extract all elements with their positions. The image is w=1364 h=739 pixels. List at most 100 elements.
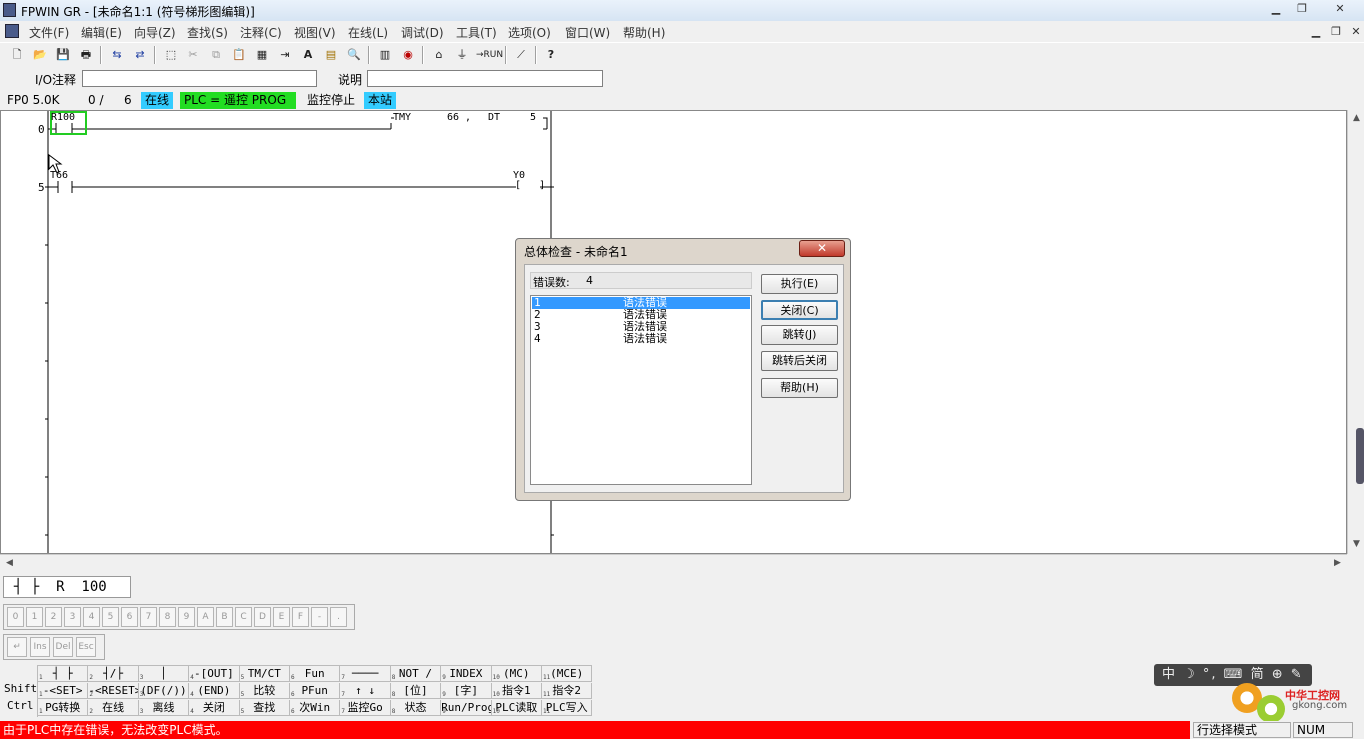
scroll-right-icon[interactable]: ▶ <box>1330 556 1345 571</box>
dialog-close-button[interactable]: ✕ <box>799 240 845 257</box>
run-icon[interactable]: →RUN <box>476 46 503 64</box>
fkey-r1-c8[interactable]: [字] <box>441 683 492 699</box>
key-a[interactable]: A <box>197 607 214 627</box>
esc-key[interactable]: Esc <box>76 637 96 657</box>
scroll-thumb[interactable] <box>1356 428 1364 484</box>
description-field[interactable] <box>367 70 603 87</box>
mdi-close-button[interactable]: ✕ <box>1348 24 1364 40</box>
error-list[interactable]: 1 语法错误 2 语法错误 3 语法错误 4 语法错误 <box>530 295 752 485</box>
undo-icon[interactable]: ⇆ <box>108 46 126 64</box>
del-key[interactable]: Del <box>53 637 73 657</box>
menu-wizard[interactable]: 向导(Z) <box>134 24 176 41</box>
key-d[interactable]: D <box>254 607 271 627</box>
fkey-r1-c3[interactable]: (END) <box>189 683 240 699</box>
copy-icon[interactable]: ⧉ <box>207 46 225 64</box>
key-minus[interactable]: - <box>311 607 328 627</box>
fkey-r0-c0[interactable]: ┤ ├ <box>38 666 89 682</box>
menu-tools[interactable]: 工具(T) <box>456 24 497 41</box>
fkey-r2-c4[interactable]: 查找 <box>239 700 290 716</box>
key-f[interactable]: F <box>292 607 309 627</box>
plc-icon[interactable]: ⌂ <box>430 46 448 64</box>
menu-debug[interactable]: 调试(D) <box>401 24 444 41</box>
fkey-r1-c5[interactable]: PFun <box>290 683 341 699</box>
fkey-r2-c7[interactable]: 状态 <box>390 700 442 716</box>
redo-icon[interactable]: ⇄ <box>131 46 149 64</box>
menu-edit[interactable]: 编辑(E) <box>81 24 122 41</box>
key-4[interactable]: 4 <box>83 607 100 627</box>
key-7[interactable]: 7 <box>140 607 157 627</box>
doc-icon[interactable] <box>5 24 19 38</box>
paste-icon[interactable]: 📋 <box>230 46 248 64</box>
fkey-r0-c4[interactable]: TM/CT <box>239 666 290 682</box>
fkey-r1-c7[interactable]: [位] <box>390 683 442 699</box>
fkey-r2-c5[interactable]: 次Win <box>290 700 341 716</box>
monitor-icon[interactable]: ◉ <box>399 46 417 64</box>
instr-tmy[interactable]: TMY <box>393 112 411 123</box>
ladder-view-icon[interactable]: ▥ <box>376 46 394 64</box>
fkey-r1-c0[interactable]: -<SET> <box>38 683 89 699</box>
find-icon[interactable]: 🔍 <box>345 46 363 64</box>
mdi-minimize-button[interactable]: ▁ <box>1308 24 1324 40</box>
key-5[interactable]: 5 <box>102 607 119 627</box>
horizontal-scrollbar[interactable]: ◀ ▶ <box>0 554 1347 571</box>
fkey-r2-c0[interactable]: PG转换 <box>38 700 89 716</box>
fkey-r2-c6[interactable]: 监控Go <box>340 700 391 716</box>
menu-online[interactable]: 在线(L) <box>348 24 388 41</box>
fkey-r2-c8[interactable]: Run/Prog <box>441 700 492 716</box>
fkey-r1-c2[interactable]: (DF(/)) <box>138 683 190 699</box>
open-folder-icon[interactable]: 📂 <box>31 46 49 64</box>
app-icon[interactable] <box>3 3 16 17</box>
menu-help[interactable]: 帮助(H) <box>623 24 665 41</box>
menu-options[interactable]: 选项(O) <box>508 24 551 41</box>
maximize-button[interactable]: ❐ <box>1290 1 1314 17</box>
ins-key[interactable]: Ins <box>30 637 50 657</box>
fkey-r0-c7[interactable]: NOT / <box>390 666 442 682</box>
contact-label-t66[interactable]: T66 <box>50 170 68 181</box>
menu-search[interactable]: 查找(S) <box>187 24 228 41</box>
minimize-button[interactable]: ▁ <box>1264 1 1288 17</box>
fkey-r2-c2[interactable]: 离线 <box>138 700 190 716</box>
close-button[interactable]: 关闭(C) <box>761 300 838 320</box>
fkey-r0-c6[interactable]: ──── <box>340 666 391 682</box>
connect-icon[interactable]: ⇥ <box>276 46 294 64</box>
select-icon[interactable]: ⬚ <box>162 46 180 64</box>
menu-comment[interactable]: 注释(C) <box>240 24 282 41</box>
jump-close-button[interactable]: 跳转后关闭 <box>761 351 838 371</box>
fkey-r2-c1[interactable]: 在线 <box>88 700 139 716</box>
key-3[interactable]: 3 <box>64 607 81 627</box>
help-icon[interactable]: ? <box>542 46 560 64</box>
error-row[interactable]: 4 语法错误 <box>532 333 750 345</box>
save-icon[interactable]: 💾 <box>54 46 72 64</box>
fkey-r1-c6[interactable]: ↑ ↓ <box>340 683 391 699</box>
menu-window[interactable]: 窗口(W) <box>565 24 610 41</box>
scroll-left-icon[interactable]: ◀ <box>2 556 17 571</box>
help-button[interactable]: 帮助(H) <box>761 378 838 398</box>
menu-view[interactable]: 视图(V) <box>294 24 336 41</box>
key-0[interactable]: 0 <box>7 607 24 627</box>
print-icon[interactable]: 🖶 <box>77 46 95 64</box>
key-9[interactable]: 9 <box>178 607 195 627</box>
comment-icon[interactable]: ▤ <box>322 46 340 64</box>
enter-key[interactable]: ↵ <box>7 637 27 657</box>
key-c[interactable]: C <box>235 607 252 627</box>
mdi-restore-button[interactable]: ❐ <box>1328 24 1344 40</box>
coil-y0[interactable]: [ ] <box>515 180 545 191</box>
fkey-r0-c2[interactable]: │ <box>138 666 190 682</box>
key-e[interactable]: E <box>273 607 290 627</box>
scroll-up-icon[interactable]: ▲ <box>1349 111 1364 126</box>
fkey-r1-c4[interactable]: 比较 <box>239 683 290 699</box>
jump-button[interactable]: 跳转(J) <box>761 325 838 345</box>
key-2[interactable]: 2 <box>45 607 62 627</box>
scroll-down-icon[interactable]: ▼ <box>1349 537 1364 552</box>
io-comment-field[interactable] <box>82 70 317 87</box>
plug-icon[interactable]: ⏚ <box>453 46 471 64</box>
scale-icon[interactable]: ⟋ <box>512 46 530 64</box>
insert-row-icon[interactable]: ▦ <box>253 46 271 64</box>
fkey-r0-c5[interactable]: Fun <box>290 666 341 682</box>
key-1[interactable]: 1 <box>26 607 43 627</box>
text-icon[interactable]: A <box>299 46 317 64</box>
menu-file[interactable]: 文件(F) <box>29 24 69 41</box>
cut-icon[interactable]: ✂ <box>184 46 202 64</box>
contact-label-r100[interactable]: R100 <box>51 112 75 123</box>
instruction-input[interactable]: ┤ ├ R 100 <box>3 576 131 598</box>
